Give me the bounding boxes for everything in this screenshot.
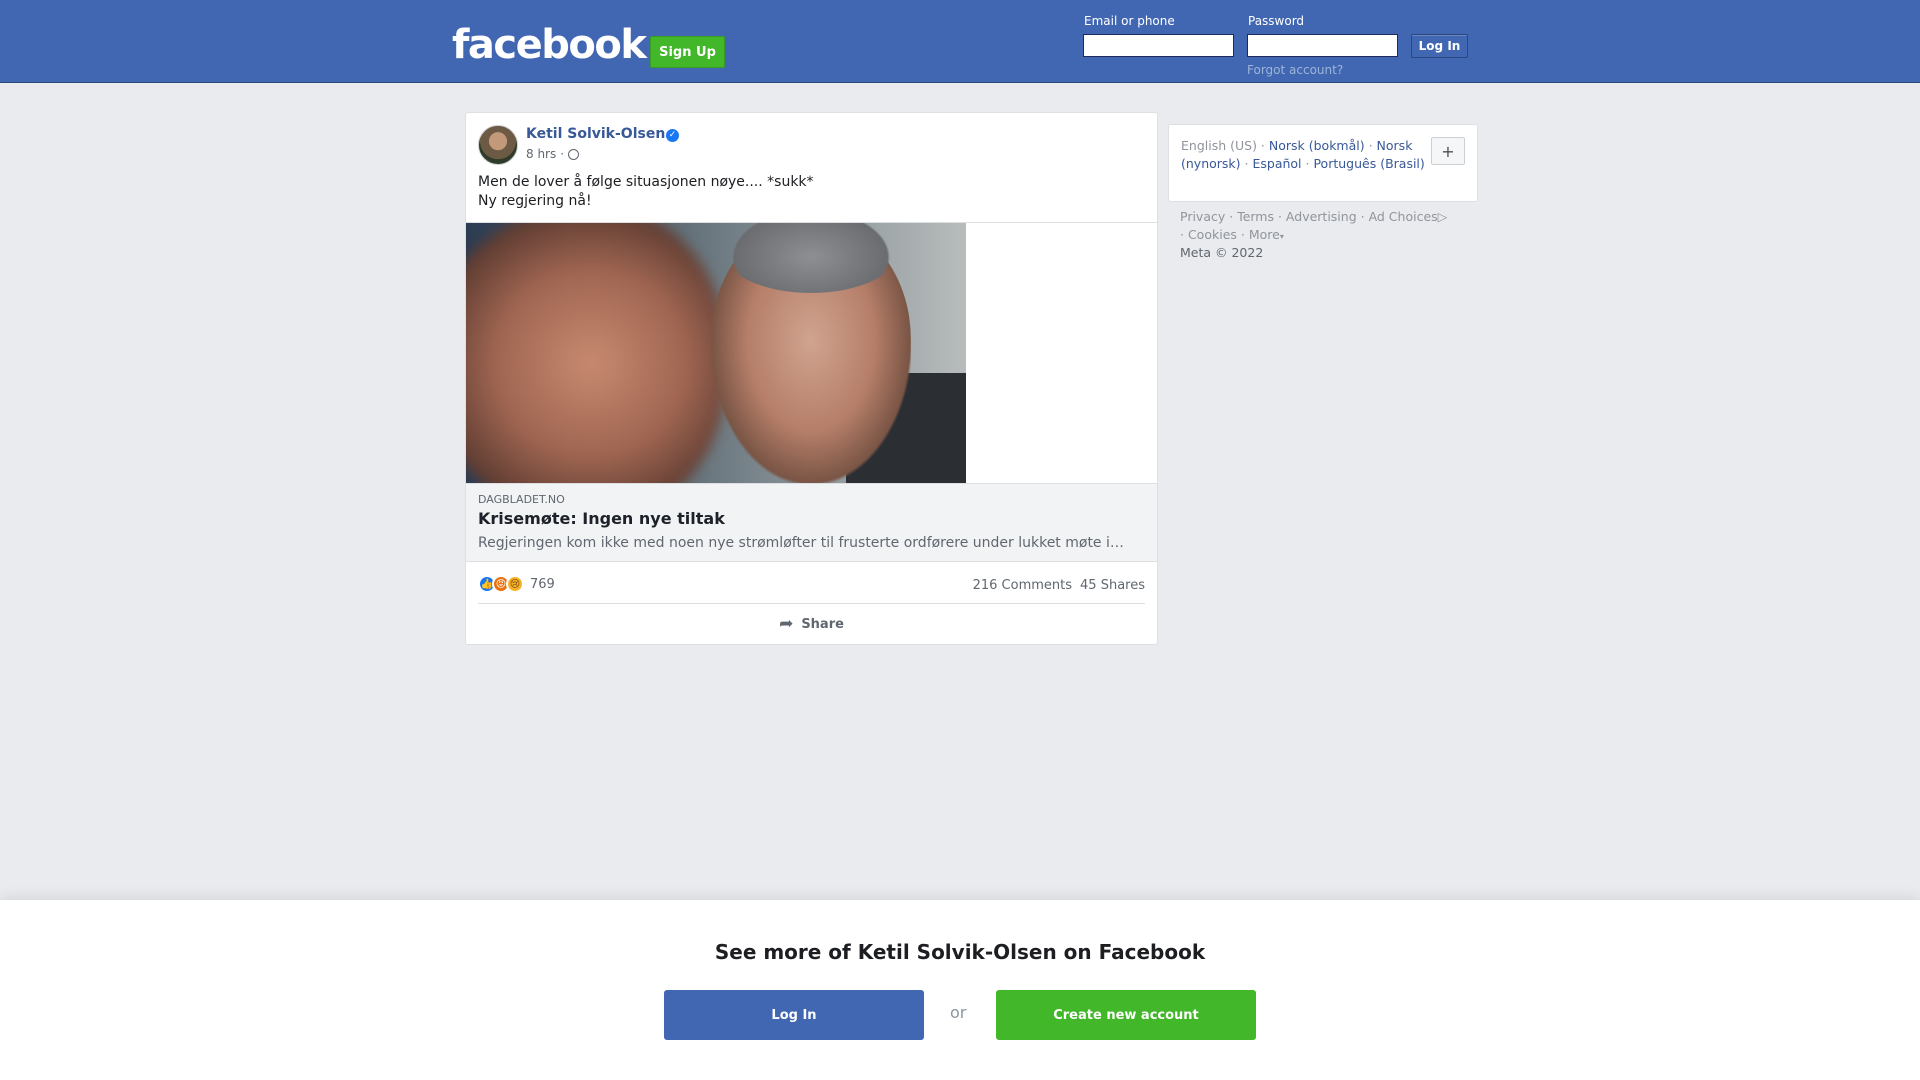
login-prompt-panel: See more of Ketil Solvik-Olsen on Facebo…	[0, 900, 1920, 1080]
prompt-login-button[interactable]: Log In	[664, 990, 924, 1040]
share-button[interactable]: ➦ Share	[478, 607, 1145, 641]
reaction-summary[interactable]: 👍 😡 😢 769	[478, 575, 555, 593]
link-title[interactable]: Krisemøte: Ingen nye tiltak	[478, 509, 725, 528]
footer-links: Privacy · Terms · Advertising · Ad Choic…	[1180, 209, 1448, 242]
ad-choices-icon: ▷	[1437, 209, 1448, 224]
footer-link-terms[interactable]: Terms	[1237, 209, 1274, 224]
author-name[interactable]: Ketil Solvik-Olsen	[526, 126, 665, 142]
post-card: Ketil Solvik-Olsen ✓ 8 hrs · Men de love…	[465, 112, 1158, 645]
footer-link-ad-choices[interactable]: Ad Choices	[1369, 209, 1438, 224]
post-text: Men de lover å følge situasjonen nøye...…	[478, 173, 814, 211]
top-navigation-bar: facebook Sign Up Email or phone Password…	[0, 0, 1920, 83]
language-link[interactable]: Norsk (bokmål)	[1269, 138, 1365, 153]
footer-link-privacy[interactable]: Privacy	[1180, 209, 1225, 224]
more-languages-plus-icon[interactable]: +	[1431, 137, 1465, 165]
sad-icon: 😢	[506, 575, 524, 593]
share-arrow-icon: ➦	[779, 614, 794, 634]
login-prompt-title: See more of Ketil Solvik-Olsen on Facebo…	[714, 940, 1206, 964]
email-label: Email or phone	[1084, 14, 1175, 28]
author-avatar[interactable]	[478, 125, 518, 165]
facebook-logo[interactable]: facebook	[452, 22, 647, 68]
or-text: or	[950, 1003, 967, 1022]
link-domain: DAGBLADET.NO	[478, 493, 565, 506]
password-field[interactable]	[1247, 34, 1398, 57]
post-meta: 8 hrs ·	[526, 147, 580, 161]
action-divider	[478, 603, 1145, 604]
footer-link-more[interactable]: More	[1249, 227, 1280, 242]
link-preview[interactable]: DAGBLADET.NO Krisemøte: Ingen nye tiltak…	[466, 483, 1157, 562]
password-label: Password	[1248, 14, 1305, 28]
shares-count[interactable]: 45 Shares	[1080, 578, 1145, 593]
footer-link-advertising[interactable]: Advertising	[1286, 209, 1357, 224]
login-button[interactable]: Log In	[1411, 34, 1468, 58]
post-text-line: Men de lover å følge situasjonen nøye...…	[478, 174, 814, 190]
language-selector: English (US) · Norsk (bokmål) · Norsk (n…	[1168, 124, 1478, 202]
news-photo[interactable]	[466, 223, 966, 484]
verified-badge-icon: ✓	[666, 129, 679, 142]
footer-link-cookies[interactable]: Cookies	[1188, 227, 1237, 242]
language-list: English (US) · Norsk (bokmål) · Norsk (n…	[1181, 138, 1425, 171]
link-description: Regjeringen kom ikke med noen nye strøml…	[478, 535, 1124, 551]
comments-count[interactable]: 216 Comments	[973, 578, 1072, 593]
post-time[interactable]: 8 hrs	[526, 147, 556, 161]
reaction-count: 769	[530, 576, 555, 592]
link-preview-image[interactable]	[466, 222, 1157, 484]
meta-separator: ·	[560, 147, 565, 161]
caret-down-icon: ▾	[1279, 232, 1284, 241]
language-link[interactable]: Español	[1252, 156, 1301, 171]
email-field[interactable]	[1083, 34, 1234, 57]
language-link[interactable]: Português (Brasil)	[1313, 156, 1424, 171]
post-text-line: Ny regjering nå!	[478, 193, 592, 209]
engagement-stats: 216 Comments 45 Shares	[973, 578, 1145, 593]
signup-button[interactable]: Sign Up	[650, 36, 725, 68]
blurred-person	[466, 223, 726, 484]
forgot-account-link[interactable]: Forgot account?	[1247, 63, 1343, 77]
current-language: English (US)	[1181, 138, 1257, 153]
copyright: Meta © 2022	[1180, 245, 1264, 260]
share-label: Share	[801, 616, 844, 632]
globe-icon[interactable]	[568, 148, 580, 160]
create-account-button[interactable]: Create new account	[996, 990, 1256, 1040]
